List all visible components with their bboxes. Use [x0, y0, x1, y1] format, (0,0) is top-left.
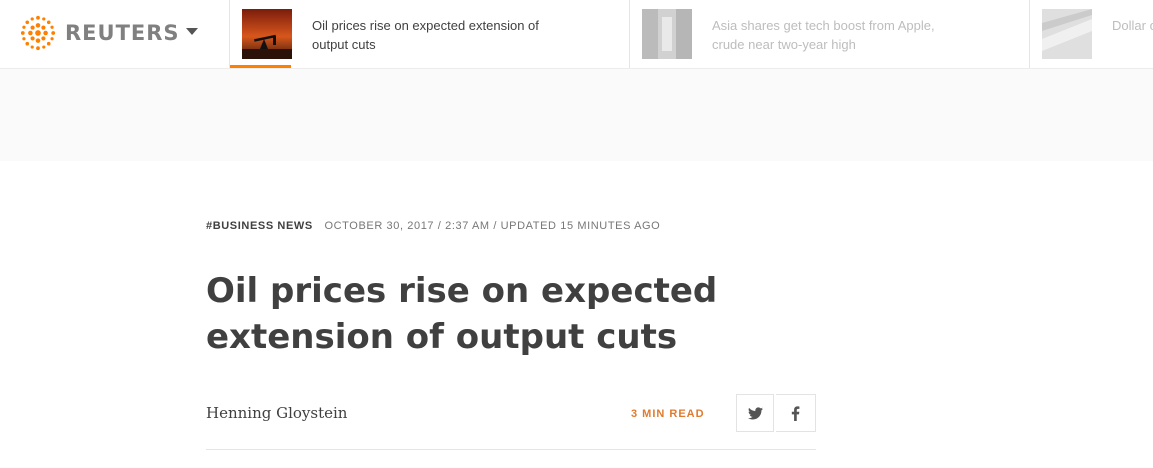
- reuters-logo-mark-icon: [20, 15, 56, 51]
- nav-story-title: Dollar on pressure: [1112, 18, 1153, 33]
- top-navigation-bar: REUTERS Oil prices rise on expected exte…: [0, 0, 1153, 69]
- share-twitter-button[interactable]: [736, 394, 774, 432]
- ad-banner-area: [0, 69, 1153, 161]
- nav-story-title: Oil prices rise on expected extension of…: [312, 18, 539, 52]
- dateline: OCTOBER 30, 2017 / 2:37 AM / UPDATED 15 …: [324, 220, 661, 232]
- chevron-down-icon[interactable]: [186, 28, 198, 35]
- twitter-icon: [747, 406, 763, 419]
- active-story-indicator: [230, 65, 291, 68]
- read-time: 3 MIN READ: [631, 408, 705, 420]
- facebook-icon: [791, 405, 800, 421]
- currency-thumbnail: [1042, 9, 1092, 59]
- brand-name: REUTERS: [65, 21, 180, 45]
- nav-story-3[interactable]: Dollar on pressure: [1029, 0, 1153, 68]
- share-facebook-button[interactable]: [776, 394, 816, 432]
- stock-board-thumbnail: [642, 9, 692, 59]
- byline-divider: [206, 449, 816, 450]
- article-meta: #BUSINESS NEWS OCTOBER 30, 2017 / 2:37 A…: [206, 220, 660, 232]
- nav-story-1[interactable]: Oil prices rise on expected extension of…: [229, 0, 630, 68]
- oil-pump-thumbnail: [242, 9, 292, 59]
- nav-story-title: Asia shares get tech boost from Apple, c…: [712, 18, 935, 52]
- author-byline[interactable]: Henning Gloystein: [206, 404, 347, 422]
- nav-story-2[interactable]: Asia shares get tech boost from Apple, c…: [629, 0, 1030, 68]
- article-headline: Oil prices rise on expected extension of…: [206, 271, 718, 357]
- section-tag[interactable]: #BUSINESS NEWS: [206, 220, 313, 232]
- reuters-logo[interactable]: REUTERS: [19, 15, 180, 51]
